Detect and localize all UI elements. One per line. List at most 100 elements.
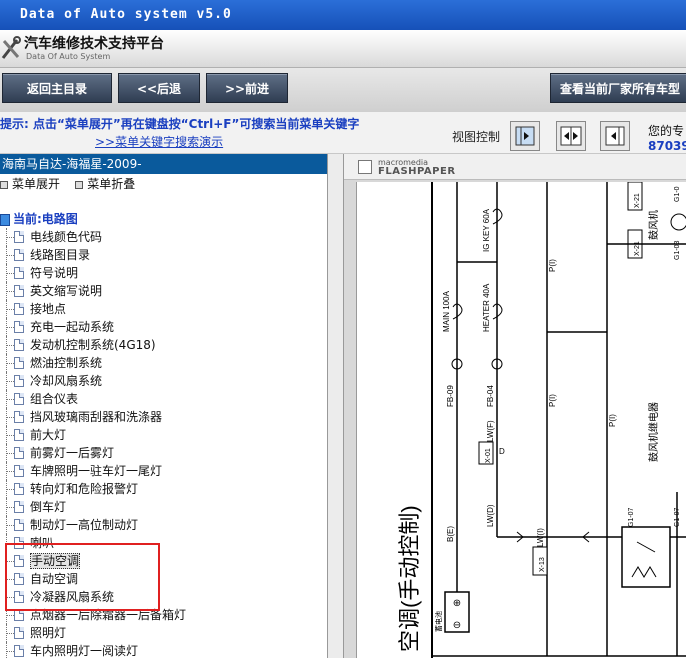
- blower-motor-symbol: [670, 213, 686, 231]
- wire-label: LW(I): [536, 528, 545, 547]
- back-button[interactable]: <<后退: [118, 73, 200, 103]
- document-icon: [14, 483, 24, 495]
- component-label: 鼓风机继电器: [647, 402, 660, 462]
- user-id-number: 870392: [648, 139, 686, 153]
- battery-label: 蓄电池: [434, 611, 443, 632]
- fuse-label: IG KEY 60A: [482, 208, 491, 252]
- fuse-label: HEATER 40A: [482, 283, 491, 332]
- document-icon: [14, 339, 24, 351]
- wire-label: G1-0: [674, 186, 681, 202]
- connector-label: X-13: [539, 557, 546, 572]
- search-demo-link[interactable]: >>菜单关键字搜索演示: [95, 133, 223, 150]
- tree-item[interactable]: 前雾灯一后雾灯: [0, 444, 327, 462]
- user-info-text: 您的专: [648, 124, 685, 138]
- tree-item[interactable]: 转向灯和危险报警灯: [0, 480, 327, 498]
- wire-label: G1-03: [674, 240, 681, 260]
- wiring-diagram-page[interactable]: 空调(手动控制) IG KEY 60A MAIN 100A HEATER 40A…: [356, 181, 686, 658]
- tree-item[interactable]: 组合仪表: [0, 390, 327, 408]
- tree-item-label: 组合仪表: [30, 392, 79, 406]
- document-icon: [14, 429, 24, 441]
- document-icon: [14, 501, 24, 513]
- view-left-pane-button[interactable]: [510, 121, 540, 151]
- document-icon: [14, 447, 24, 459]
- document-icon: [14, 357, 24, 369]
- flashpaper-logo-icon: [358, 160, 372, 174]
- document-viewer: macromedia FLASHPAPER 空调(手动控制) IG KEY 60…: [344, 154, 686, 658]
- wire-label: P(I): [608, 414, 617, 427]
- view-split-button[interactable]: [556, 121, 586, 151]
- tree-line: [7, 489, 14, 490]
- tree-item[interactable]: 车内照明灯一阅读灯: [0, 642, 327, 658]
- tree-item-label: 车牌照明一驻车灯一尾灯: [30, 464, 163, 478]
- tree-line: [7, 525, 14, 526]
- expand-square-icon: [0, 180, 8, 189]
- wire-label: FB-09: [446, 385, 455, 407]
- tree-line: [7, 381, 14, 382]
- tree-line: [7, 291, 14, 292]
- view-control-label: 视图控制: [452, 130, 501, 144]
- tree-line: [7, 327, 14, 328]
- tree-item[interactable]: 发动机控制系统(4G18): [0, 336, 327, 354]
- tree-item-label: 发动机控制系统(4G18): [30, 338, 156, 352]
- document-icon: [14, 645, 24, 657]
- tree-item[interactable]: 车牌照明一驻车灯一尾灯: [0, 462, 327, 480]
- battery-minus: ⊖: [453, 620, 461, 631]
- tree-item-label: 转向灯和危险报警灯: [30, 482, 139, 496]
- tree-item[interactable]: 燃油控制系统: [0, 354, 327, 372]
- tree-item-label: 挡风玻璃雨刮器和洗涤器: [30, 410, 163, 424]
- document-icon: [14, 303, 24, 315]
- pane-splitter[interactable]: [328, 154, 344, 658]
- tree-item-label: 线路图目录: [30, 248, 91, 262]
- tree-item[interactable]: 英文缩写说明: [0, 282, 327, 300]
- tree-root[interactable]: 当前:电路图: [0, 210, 78, 227]
- document-icon: [14, 375, 24, 387]
- tree-item[interactable]: 线路图目录: [0, 246, 327, 264]
- document-icon: [14, 411, 24, 423]
- home-button[interactable]: 返回主目录: [2, 73, 112, 103]
- tree-item[interactable]: 挡风玻璃雨刮器和洗涤器: [0, 408, 327, 426]
- tree-item-label: 燃油控制系统: [30, 356, 103, 370]
- wire-label: LW(D): [486, 504, 495, 527]
- tree-item-label: 倒车灯: [30, 500, 67, 514]
- app-subtitle: Data Of Auto System: [26, 52, 111, 61]
- tree-item[interactable]: 倒车灯: [0, 498, 327, 516]
- all-models-button[interactable]: 查看当前厂家所有车型: [550, 73, 686, 103]
- forward-button[interactable]: >>前进: [206, 73, 288, 103]
- tree-item[interactable]: 前大灯: [0, 426, 327, 444]
- tools-logo-icon: [1, 36, 21, 59]
- tree-item-label: 前雾灯一后雾灯: [30, 446, 115, 460]
- connector-label: X-01: [485, 448, 492, 463]
- view-right-pane-button[interactable]: [600, 121, 630, 151]
- collapse-left-icon: [605, 126, 625, 146]
- tree-item-label: 符号说明: [30, 266, 79, 280]
- wire-label: P(I): [548, 394, 557, 407]
- document-icon: [14, 267, 24, 279]
- expand-menu-button[interactable]: 菜单展开: [0, 177, 60, 191]
- tree-item[interactable]: 符号说明: [0, 264, 327, 282]
- tree-line: [7, 453, 14, 454]
- tree-line: [7, 651, 14, 652]
- window-title-bar: Data of Auto system v5.0: [0, 0, 686, 30]
- tree-item[interactable]: 充电一起动系统: [0, 318, 327, 336]
- tree-line: [6, 642, 7, 658]
- tree-item-label: 制动灯一高位制动灯: [30, 518, 139, 532]
- wire-label: G1-07: [628, 507, 635, 527]
- tree-item-label: 冷却风扇系统: [30, 374, 103, 388]
- tree-item[interactable]: 接地点: [0, 300, 327, 318]
- component-label: 鼓风机: [647, 210, 660, 240]
- highlight-box: [5, 543, 160, 611]
- tree-item[interactable]: 电线颜色代码: [0, 228, 327, 246]
- tree-item[interactable]: 照明灯: [0, 624, 327, 642]
- collapse-menu-button[interactable]: 菜单折叠: [75, 177, 135, 191]
- tree-item-label: 电线颜色代码: [30, 230, 103, 244]
- tree-item[interactable]: 制动灯一高位制动灯: [0, 516, 327, 534]
- tree-line: [7, 435, 14, 436]
- tree-line: [7, 309, 14, 310]
- connector-letter: D: [499, 447, 505, 456]
- tree-item[interactable]: 冷却风扇系统: [0, 372, 327, 390]
- document-icon: [14, 393, 24, 405]
- connector-label: X-21: [634, 193, 641, 208]
- wire-label: FB-04: [486, 385, 495, 407]
- wire-label: LW(F): [486, 420, 495, 442]
- tree-item-label: 车内照明灯一阅读灯: [30, 644, 139, 658]
